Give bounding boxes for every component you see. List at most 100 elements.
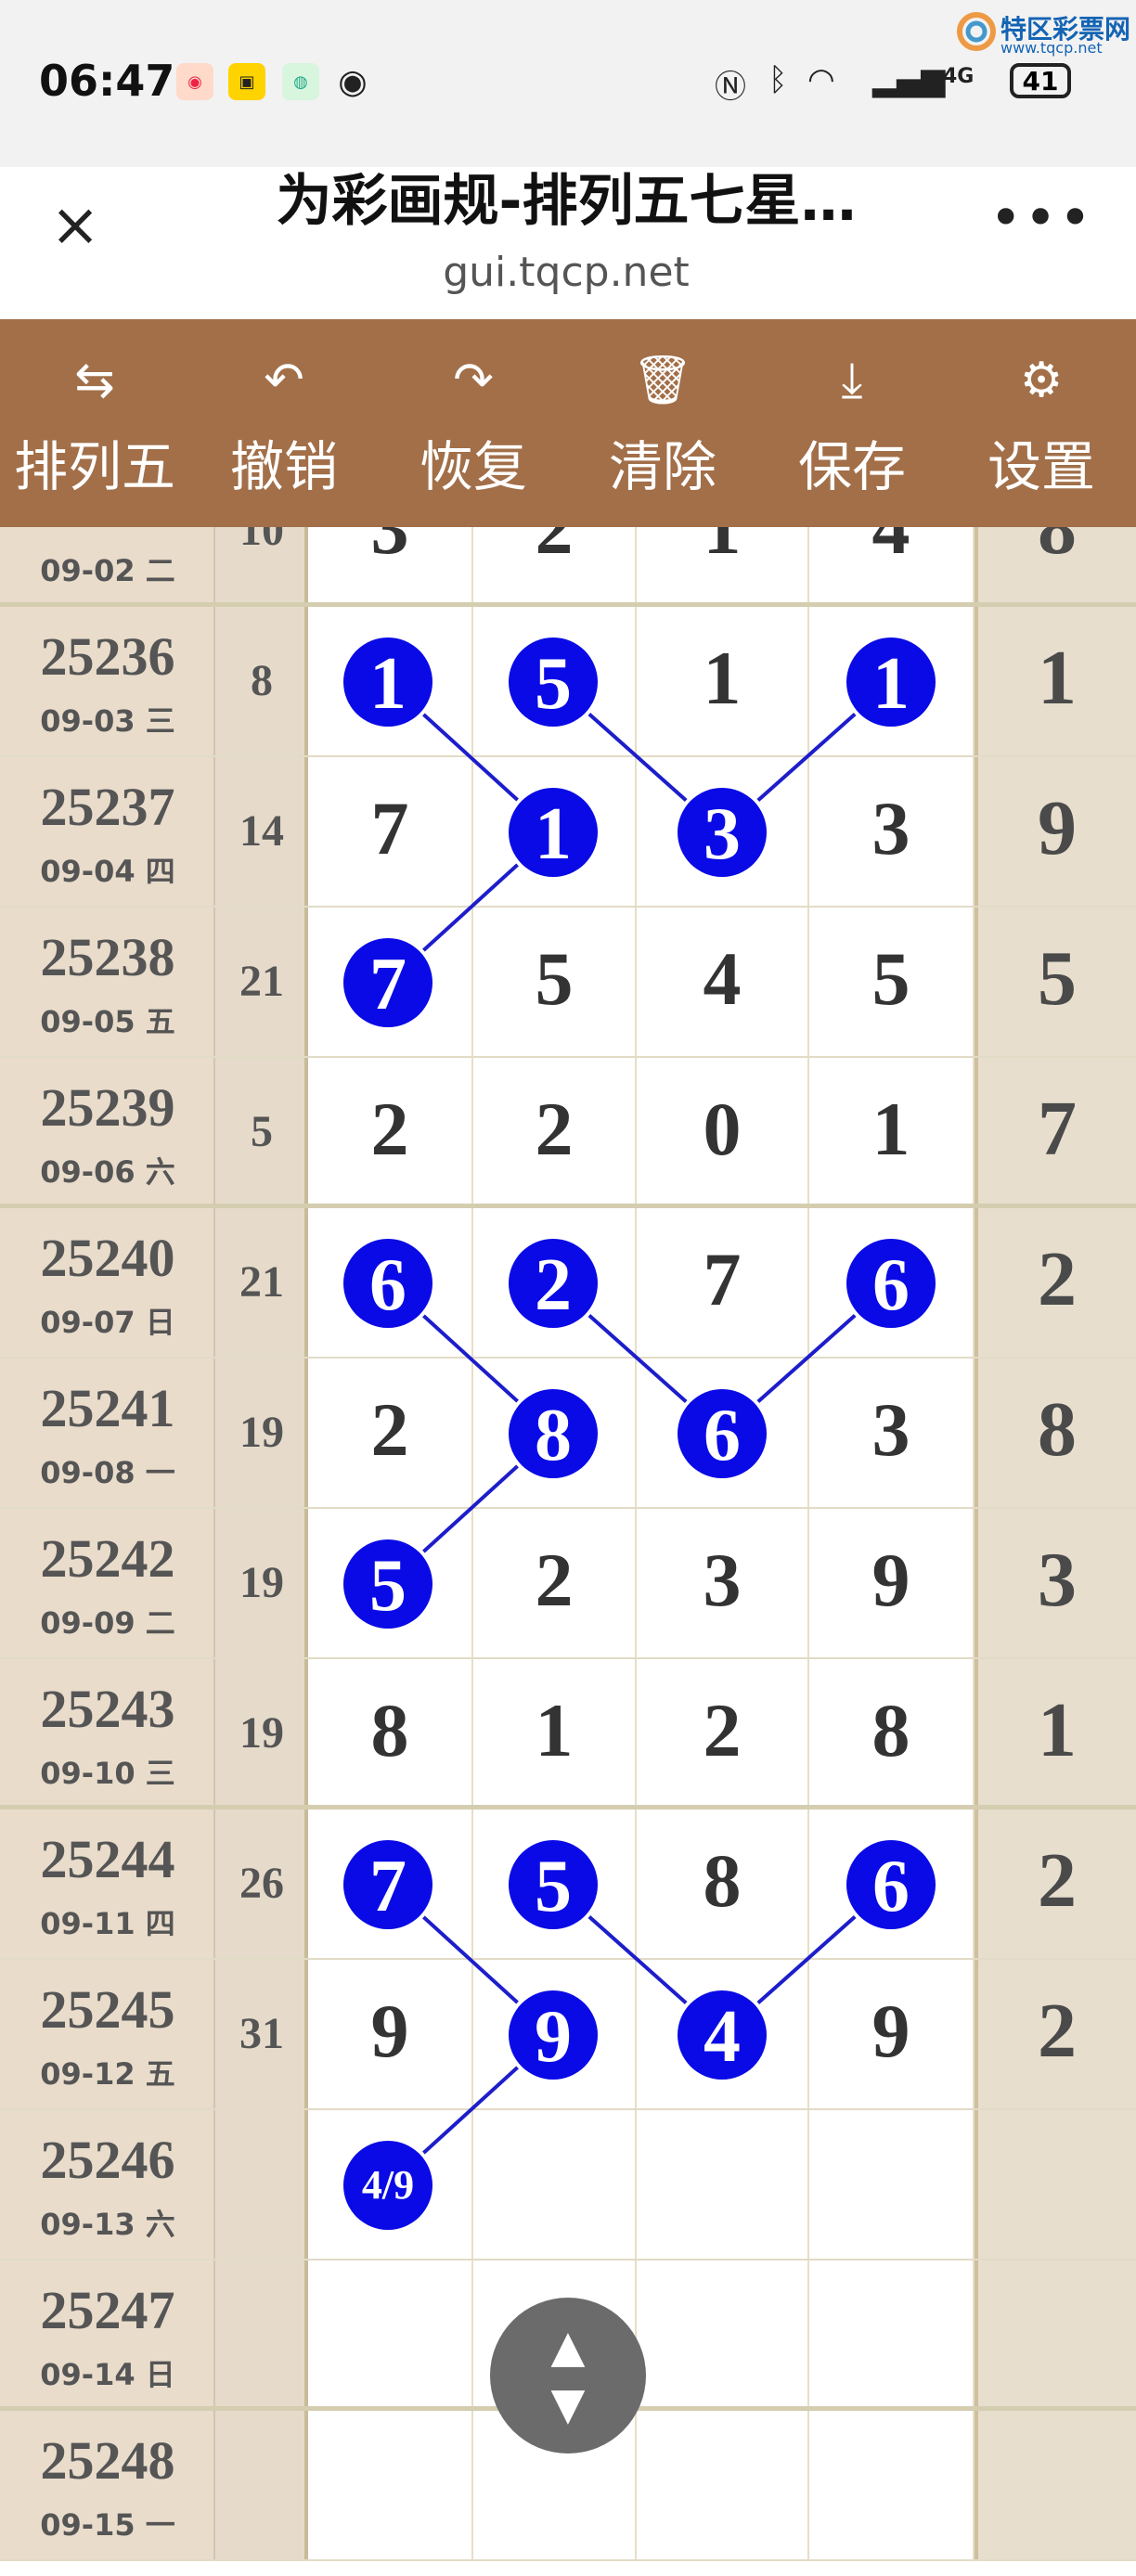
issue-cell: 25240 09-07 日 [0, 1208, 215, 1359]
table-row: 25235 09-02 二 10 3 2 1 4 8 [0, 527, 1136, 607]
table-row: 25237 09-04 四 14 7 3 9 [0, 757, 1136, 908]
digit-cell[interactable] [308, 2411, 473, 2561]
digit-value: 3 [370, 527, 409, 570]
digit-cell[interactable]: 2 [308, 1058, 473, 1208]
trash-icon: 🗑 [631, 353, 693, 408]
table-row: 25239 09-06 六 5 2 2 0 1 7 [0, 1058, 1136, 1208]
digit-cell[interactable]: 1 [809, 1058, 975, 1208]
digit-value: 2 [535, 527, 574, 570]
digit-cell[interactable]: 3 [308, 527, 473, 607]
digit-cell[interactable]: 8 [637, 1810, 809, 1960]
digit-cell[interactable] [809, 2411, 975, 2561]
issue-date: 09-04 四 [40, 854, 175, 889]
digit-cell[interactable]: 8 [308, 1659, 473, 1810]
digit-cell[interactable]: 2 [473, 527, 637, 607]
issue-cell: 25238 09-05 五 [0, 908, 215, 1058]
issue-date: 09-06 六 [40, 1154, 175, 1190]
digit-cell[interactable]: 2 [308, 1359, 473, 1509]
issue-date: 09-12 五 [40, 2056, 175, 2092]
digit-cell[interactable]: 5 [809, 908, 975, 1058]
undo-icon: ↶ [264, 353, 304, 408]
digit-cell[interactable]: 7 [308, 757, 473, 908]
digit-cell[interactable]: 4 [637, 908, 809, 1058]
close-icon[interactable]: × [45, 195, 106, 256]
digit-cell[interactable]: 8 [809, 1659, 975, 1810]
issue-number: 25243 [40, 1679, 175, 1739]
digit-cell[interactable] [809, 2260, 975, 2411]
digit-cell[interactable] [308, 2110, 473, 2260]
scroll-toggle-button[interactable]: ▲ ▼ [490, 2298, 646, 2454]
digit-cell[interactable] [308, 908, 473, 1058]
digit-cell[interactable]: 3 [809, 757, 975, 908]
digit-cell[interactable]: 1 [473, 1659, 637, 1810]
digit-cell[interactable]: 2 [473, 1058, 637, 1208]
digit-cell[interactable]: 0 [637, 1058, 809, 1208]
digit-cell[interactable] [308, 607, 473, 757]
clear-button[interactable]: 🗑 清除 [568, 319, 757, 527]
digit-cell[interactable] [473, 1208, 637, 1359]
digit-cell[interactable] [637, 2110, 809, 2260]
digit-cell[interactable]: 7 [637, 1208, 809, 1359]
digit-cell[interactable]: 1 [637, 527, 809, 607]
digit-cell[interactable]: 9 [308, 1960, 473, 2110]
issue-date: 09-10 三 [40, 1756, 175, 1791]
digit-cell[interactable] [809, 1208, 975, 1359]
last-digit-cell: 2 [975, 1960, 1136, 2110]
digit-cell[interactable] [637, 1960, 809, 2110]
settings-button[interactable]: ⚙ 设置 [947, 319, 1136, 527]
digit-cell[interactable] [637, 2411, 809, 2561]
digit-cell[interactable] [637, 1359, 809, 1509]
digit-value: 1 [703, 636, 742, 720]
digit-cell[interactable] [308, 1509, 473, 1659]
digit-cell[interactable]: 2 [473, 1509, 637, 1659]
arrow-up-icon: ▲ [550, 2321, 586, 2373]
table-row: 25246 09-13 六 [0, 2110, 1136, 2260]
more-menu-icon[interactable]: ••• [989, 186, 1093, 251]
sum-cell: 8 [215, 607, 308, 757]
issue-cell: 25235 09-02 二 [0, 527, 215, 607]
issue-date: 09-07 日 [40, 1305, 175, 1340]
digit-cell[interactable]: 2 [637, 1659, 809, 1810]
page-title: 为彩画规-排列五七星… [276, 169, 857, 234]
digit-cell[interactable] [809, 607, 975, 757]
digit-cell[interactable]: 1 [637, 607, 809, 757]
sum-cell [215, 2110, 308, 2260]
digit-cell[interactable]: 9 [809, 1509, 975, 1659]
last-digit-value: 5 [1038, 935, 1077, 1022]
battery-indicator: 41 [1010, 63, 1071, 98]
digit-cell[interactable]: 5 [473, 908, 637, 1058]
digit-cell[interactable] [473, 1359, 637, 1509]
issue-number: 25239 [40, 1077, 175, 1138]
digit-cell[interactable] [473, 1960, 637, 2110]
digit-cell[interactable] [308, 1208, 473, 1359]
digit-cell[interactable] [308, 2260, 473, 2411]
digit-cell[interactable] [473, 757, 637, 908]
digit-cell[interactable] [637, 2260, 809, 2411]
issue-date: 09-15 一 [40, 2507, 175, 2543]
digit-value: 0 [703, 1087, 742, 1171]
digit-cell[interactable]: 9 [809, 1960, 975, 2110]
digit-cell[interactable]: 4 [809, 527, 975, 607]
digit-cell[interactable] [473, 2110, 637, 2260]
issue-cell: 25242 09-09 二 [0, 1509, 215, 1659]
switch-lottery-button[interactable]: ⇆ 排列五 [0, 319, 189, 527]
digit-value: 2 [370, 1087, 409, 1171]
last-digit-cell: 3 [975, 1509, 1136, 1659]
sum-value: 19 [239, 1708, 284, 1758]
digit-cell[interactable] [809, 2110, 975, 2260]
redo-button[interactable]: ↷ 恢复 [379, 319, 568, 527]
digit-cell[interactable] [473, 607, 637, 757]
undo-button[interactable]: ↶ 撤销 [189, 319, 379, 527]
digit-cell[interactable] [809, 1810, 975, 1960]
issue-cell: 25247 09-14 日 [0, 2260, 215, 2411]
save-button[interactable]: ⤓ 保存 [757, 319, 947, 527]
digit-cell[interactable]: 3 [809, 1359, 975, 1509]
digit-cell[interactable] [473, 1810, 637, 1960]
digit-cell[interactable] [308, 1810, 473, 1960]
issue-cell: 25243 09-10 三 [0, 1659, 215, 1810]
last-digit-cell: 8 [975, 527, 1136, 607]
digit-cell[interactable]: 3 [637, 1509, 809, 1659]
sum-value: 5 [251, 1107, 273, 1156]
digit-value: 9 [871, 1989, 910, 2073]
digit-cell[interactable] [637, 757, 809, 908]
